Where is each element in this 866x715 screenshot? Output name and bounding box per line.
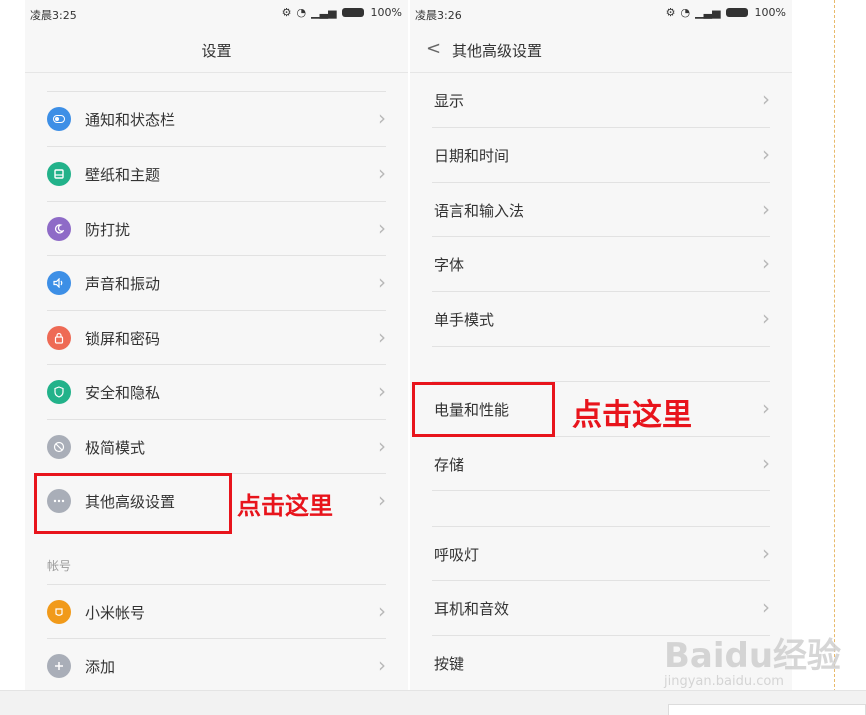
item-label: 按键 <box>434 654 465 673</box>
battery-percent: 100% <box>754 6 786 19</box>
settings-item-storage[interactable]: 存储 › <box>432 436 770 491</box>
item-label: 呼吸灯 <box>434 545 480 564</box>
wallpaper-icon <box>47 162 71 186</box>
item-label: 耳机和音效 <box>434 599 510 618</box>
chevron-right-icon: › <box>378 325 386 349</box>
alarm-icon: ⚙ <box>281 5 292 19</box>
title-bar: < 其他高级设置 <box>410 28 792 73</box>
item-label: 语言和输入法 <box>434 201 525 220</box>
item-label: 存储 <box>434 455 465 474</box>
group-spacer <box>432 490 770 527</box>
highlight-box-battery <box>412 382 555 437</box>
advanced-settings-screen: 凌晨3:26 ⚙ ◔ ▁▃▅ 100% < 其他高级设置 显示 › 日期和时间 … <box>410 0 792 690</box>
item-label: 极简模式 <box>85 438 146 457</box>
watermark-logo: Baidu经验 <box>664 636 842 676</box>
dashed-divider <box>834 0 835 692</box>
settings-item-security[interactable]: 安全和隐私 › <box>47 364 386 419</box>
settings-item-notifications[interactable]: 通知和状态栏 › <box>47 91 386 146</box>
no-entry-icon <box>47 435 71 459</box>
chevron-right-icon: › <box>762 142 770 166</box>
footer-panel <box>668 704 866 715</box>
alarm-icon: ⚙ <box>665 5 676 19</box>
highlight-box-advanced <box>34 473 232 534</box>
chevron-right-icon: › <box>378 161 386 185</box>
status-time: 凌晨3:25 <box>30 9 77 22</box>
item-label: 锁屏和密码 <box>85 329 161 348</box>
chevron-right-icon: › <box>762 197 770 221</box>
settings-item-language-input[interactable]: 语言和输入法 › <box>432 182 770 237</box>
callout-click-here-left: 点击这里 <box>237 492 333 520</box>
item-label: 壁纸和主题 <box>85 165 161 184</box>
chevron-right-icon: › <box>378 216 386 240</box>
chevron-right-icon: › <box>762 251 770 275</box>
settings-item-one-hand[interactable]: 单手模式 › <box>432 291 770 346</box>
status-time: 凌晨3:26 <box>415 9 462 22</box>
chevron-right-icon: › <box>378 653 386 677</box>
wifi-icon: ◔ <box>680 5 691 19</box>
page-title: 其他高级设置 <box>452 42 543 60</box>
wifi-icon: ◔ <box>296 5 307 19</box>
speaker-icon <box>47 271 71 295</box>
item-label: 安全和隐私 <box>85 383 161 402</box>
item-label: 小米帐号 <box>85 603 146 622</box>
chevron-right-icon: › <box>378 488 386 512</box>
chevron-right-icon: › <box>762 396 770 420</box>
settings-item-font[interactable]: 字体 › <box>432 236 770 291</box>
settings-item-date-time[interactable]: 日期和时间 › <box>432 127 770 182</box>
settings-screen: 凌晨3:25 ⚙ ◔ ▁▃▅ 100% 设置 通知和状态栏 › 壁纸和主题 › … <box>25 0 408 690</box>
settings-item-minimal-mode[interactable]: 极简模式 › <box>47 419 386 474</box>
chevron-right-icon: › <box>762 306 770 330</box>
mi-account-icon <box>47 600 71 624</box>
item-label: 单手模式 <box>434 310 495 329</box>
settings-item-wallpaper[interactable]: 壁纸和主题 › <box>47 146 386 201</box>
signal-icon: ▁▃▅ <box>695 5 721 19</box>
settings-item-dnd[interactable]: 防打扰 › <box>47 201 386 256</box>
group-spacer <box>432 346 770 381</box>
status-bar: 凌晨3:26 ⚙ ◔ ▁▃▅ 100% <box>410 0 792 28</box>
item-label: 显示 <box>434 91 465 110</box>
chevron-right-icon: › <box>762 541 770 565</box>
settings-item-mi-account[interactable]: 小米帐号 › <box>47 584 386 639</box>
lock-icon <box>47 326 71 350</box>
chevron-right-icon: › <box>762 87 770 111</box>
chevron-right-icon: › <box>378 599 386 623</box>
signal-icon: ▁▃▅ <box>311 5 337 19</box>
battery-percent: 100% <box>370 6 402 19</box>
notification-toggle-icon <box>47 107 71 131</box>
battery-icon <box>341 8 364 17</box>
item-label: 日期和时间 <box>434 146 510 165</box>
settings-item-display[interactable]: 显示 › <box>432 73 770 127</box>
chevron-right-icon: › <box>378 270 386 294</box>
battery-icon <box>725 8 748 17</box>
chevron-right-icon: › <box>762 451 770 475</box>
chevron-right-icon: › <box>378 379 386 403</box>
back-arrow-icon[interactable]: < <box>426 38 441 59</box>
item-label: 声音和振动 <box>85 274 161 293</box>
item-label: 添加 <box>85 657 116 676</box>
section-header-account: 帐号 <box>47 559 72 573</box>
item-label: 字体 <box>434 255 465 274</box>
status-bar: 凌晨3:25 ⚙ ◔ ▁▃▅ 100% <box>25 0 408 28</box>
settings-item-sound[interactable]: 声音和振动 › <box>47 255 386 310</box>
item-label: 通知和状态栏 <box>85 110 176 129</box>
watermark-url: jingyan.baidu.com <box>664 674 784 689</box>
page-title: 设置 <box>201 42 232 60</box>
callout-click-here-right: 点击这里 <box>572 398 692 433</box>
plus-icon <box>47 654 71 678</box>
item-label: 防打扰 <box>85 220 131 239</box>
settings-item-lockscreen[interactable]: 锁屏和密码 › <box>47 310 386 365</box>
settings-item-headphones[interactable]: 耳机和音效 › <box>432 580 770 635</box>
shield-icon <box>47 380 71 404</box>
chevron-right-icon: › <box>378 106 386 130</box>
moon-icon <box>47 217 71 241</box>
title-bar: 设置 <box>25 28 408 73</box>
settings-item-breathing-light[interactable]: 呼吸灯 › <box>432 526 770 581</box>
settings-item-add-account[interactable]: 添加 › <box>47 638 386 690</box>
chevron-right-icon: › <box>378 434 386 458</box>
chevron-right-icon: › <box>762 595 770 619</box>
